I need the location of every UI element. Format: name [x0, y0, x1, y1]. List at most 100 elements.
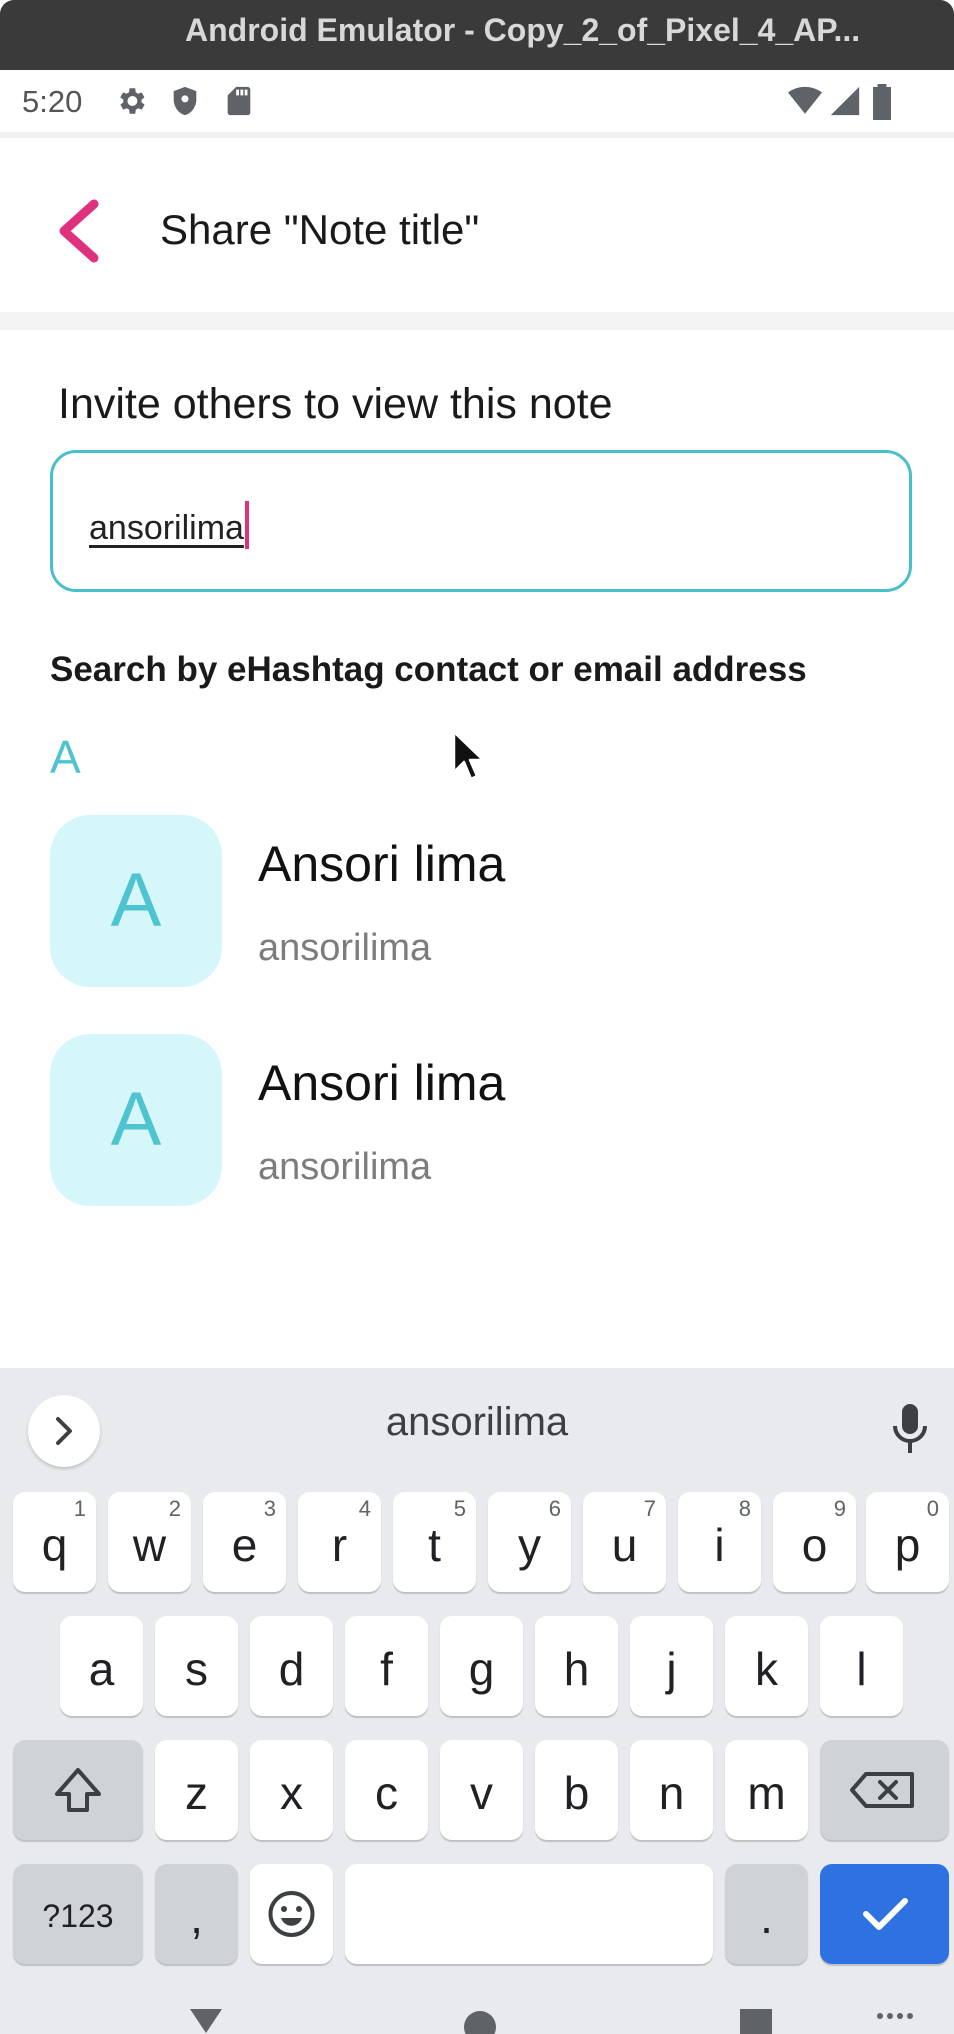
shift-arrow-icon	[55, 1768, 101, 1812]
more-dots-icon[interactable]	[876, 2011, 916, 2021]
key-u[interactable]: u7	[583, 1492, 666, 1592]
key-label: f	[380, 1643, 393, 1695]
key-k[interactable]: k	[725, 1616, 808, 1716]
text-caret	[244, 501, 249, 549]
key-o[interactable]: o9	[773, 1492, 856, 1592]
comma-key[interactable]: ,	[155, 1864, 238, 1964]
page-title: Share "Note title"	[160, 206, 480, 253]
key-label: t	[428, 1519, 441, 1571]
avatar: A	[50, 1034, 222, 1206]
key-g[interactable]: g	[440, 1616, 523, 1716]
contact-row[interactable]: A Ansori lima ansorilima	[50, 815, 910, 987]
section-letter: A	[50, 731, 81, 783]
period-key[interactable]: .	[725, 1864, 808, 1964]
nav-recents-icon[interactable]	[736, 2005, 776, 2034]
key-hint: 7	[643, 1496, 656, 1521]
backspace-icon	[850, 1772, 914, 1808]
back-chevron-icon[interactable]	[50, 196, 110, 266]
wifi-icon	[788, 86, 822, 114]
key-b[interactable]: b	[535, 1740, 618, 1840]
key-label: b	[563, 1767, 590, 1819]
navigation-bar	[0, 1985, 954, 2034]
key-d[interactable]: d	[250, 1616, 333, 1716]
shift-key[interactable]	[13, 1740, 143, 1840]
status-bar: 5:20	[0, 70, 954, 132]
key-x[interactable]: x	[250, 1740, 333, 1840]
soft-keyboard: ansorilima q1 w2 e3 r4 t5 y6 u7 i8 o9 p0…	[0, 1368, 954, 2034]
nav-home-icon[interactable]	[460, 2005, 500, 2034]
key-label: m	[747, 1767, 786, 1819]
key-hint: 1	[73, 1496, 86, 1521]
key-h[interactable]: h	[535, 1616, 618, 1716]
checkmark-icon	[863, 1898, 908, 1930]
key-label: s	[185, 1643, 208, 1695]
symbols-key[interactable]: ?123	[13, 1864, 143, 1964]
key-label: o	[801, 1519, 828, 1571]
key-label: j	[666, 1643, 677, 1695]
suggestion-word[interactable]: ansorilima	[0, 1400, 954, 1445]
key-label: l	[856, 1643, 867, 1695]
key-a[interactable]: a	[60, 1616, 143, 1716]
key-w[interactable]: w2	[108, 1492, 191, 1592]
key-label: v	[470, 1767, 493, 1819]
app-bar: Share "Note title"	[0, 132, 954, 312]
key-p[interactable]: p0	[866, 1492, 949, 1592]
key-v[interactable]: v	[440, 1740, 523, 1840]
invite-search-value[interactable]: ansorilima	[89, 501, 249, 549]
invite-heading: Invite others to view this note	[58, 380, 613, 428]
avatar: A	[50, 815, 222, 987]
key-label: a	[88, 1643, 115, 1695]
key-label: x	[280, 1767, 303, 1819]
key-n[interactable]: n	[630, 1740, 713, 1840]
key-label: e	[231, 1519, 258, 1571]
key-label: .	[760, 1891, 773, 1943]
battery-icon	[873, 84, 891, 120]
key-t[interactable]: t5	[393, 1492, 476, 1592]
avatar-initial: A	[110, 1077, 162, 1162]
key-z[interactable]: z	[155, 1740, 238, 1840]
key-f[interactable]: f	[345, 1616, 428, 1716]
key-label: p	[894, 1519, 921, 1571]
key-c[interactable]: c	[345, 1740, 428, 1840]
key-label: c	[375, 1767, 398, 1819]
backspace-key[interactable]	[820, 1740, 949, 1840]
key-label: ?123	[42, 1898, 114, 1934]
key-l[interactable]: l	[820, 1616, 903, 1716]
key-hint: 5	[453, 1496, 466, 1521]
key-i[interactable]: i8	[678, 1492, 761, 1592]
key-r[interactable]: r4	[298, 1492, 381, 1592]
contact-username: ansorilima	[258, 927, 432, 969]
key-e[interactable]: e3	[203, 1492, 286, 1592]
key-label: i	[714, 1519, 725, 1571]
key-m[interactable]: m	[725, 1740, 808, 1840]
key-label: g	[468, 1643, 495, 1695]
emulator-title: Android Emulator - Copy_2_of_Pixel_4_AP.…	[185, 12, 861, 48]
microphone-icon[interactable]	[890, 1400, 930, 1460]
settings-icon	[120, 88, 145, 114]
key-label: w	[132, 1519, 167, 1571]
contact-username: ansorilima	[258, 1146, 432, 1188]
key-hint: 9	[833, 1496, 846, 1521]
enter-key[interactable]	[820, 1864, 949, 1964]
space-key[interactable]	[345, 1864, 713, 1964]
key-hint: 0	[926, 1496, 939, 1521]
key-label: ,	[190, 1891, 203, 1943]
shield-icon	[173, 86, 197, 116]
key-y[interactable]: y6	[488, 1492, 571, 1592]
key-label: z	[185, 1767, 208, 1819]
key-hint: 8	[738, 1496, 751, 1521]
signal-icon	[830, 86, 860, 116]
invite-search-input[interactable]: ansorilima	[50, 450, 912, 592]
emoji-icon	[268, 1891, 315, 1937]
key-hint: 6	[548, 1496, 561, 1521]
key-s[interactable]: s	[155, 1616, 238, 1716]
emulator-title-bar: Android Emulator - Copy_2_of_Pixel_4_AP.…	[0, 0, 954, 70]
nav-back-icon[interactable]	[186, 2005, 226, 2034]
key-q[interactable]: q1	[13, 1492, 96, 1592]
key-label: n	[658, 1767, 685, 1819]
key-j[interactable]: j	[630, 1616, 713, 1716]
key-label: d	[278, 1643, 305, 1695]
contact-row[interactable]: A Ansori lima ansorilima	[50, 1034, 910, 1206]
emoji-key[interactable]	[250, 1864, 333, 1964]
key-label: k	[755, 1643, 778, 1695]
